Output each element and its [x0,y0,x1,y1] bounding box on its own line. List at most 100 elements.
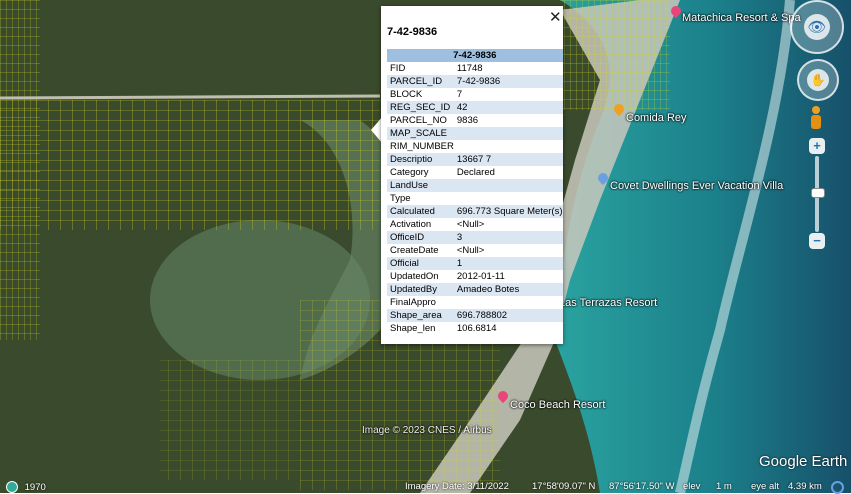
attribute-key: Activation [390,219,432,230]
attribute-value [453,179,563,192]
attribute-value [454,296,563,309]
imagery-attribution: Image © 2023 CNES / Airbus [362,425,492,436]
year-label: 1970 [24,481,46,493]
place-label[interactable]: Coco Beach Resort [510,399,605,411]
attribute-row: UpdatedOn 2012-01-11 [387,270,563,283]
attribute-value: 1 [453,257,563,270]
attribute-value: 3 [453,231,563,244]
place-label[interactable]: Matachica Resort & Spa [682,12,801,24]
attribute-row: Official 1 [387,257,563,270]
attribute-row: UpdatedBy Amadeo Botes [387,283,563,296]
attribute-key: Calculated [387,205,454,218]
attribute-key: UpdatedBy [387,283,454,296]
attribute-row: Descriptio 13667 7 [387,153,563,166]
zoom-thumb[interactable] [811,188,825,198]
attribute-value: <Null> [456,219,485,230]
attribute-value: 9836 [456,115,479,126]
attribute-value [454,192,563,205]
attribute-value [453,127,563,140]
streaming-indicator-icon [831,481,844,494]
attribute-key: RIM_NUMBER [390,141,454,152]
attribute-row: CreateDate <Null> [387,244,563,257]
attribute-value: 696.773 Square Meter(s) [453,205,563,218]
parcel-info-popup: ✕ 7-42-9836 7-42-9836 FID 11748 PARCEL_ID 7… [381,6,563,344]
attribute-key: UpdatedOn [390,271,439,282]
place-label[interactable]: Las Terrazas Resort [559,297,657,309]
attribute-row: FID 11748 [387,62,563,75]
move-control[interactable]: ✋ [797,59,839,101]
attribute-key: PARCEL_NO [390,115,447,126]
attribute-key: BLOCK [390,89,423,100]
attribute-value: Declared [456,167,495,178]
attribute-row: Shape_area 696.788802 [387,309,563,322]
attribute-value: Amadeo Botes [453,283,563,296]
attribute-row: FinalAppro [387,296,563,309]
attribute-key: LandUse [387,179,454,192]
attribute-value: 13667 7 [453,153,563,166]
attribute-value: 11748 [456,63,483,74]
popup-title: 7-42-9836 [387,26,438,38]
google-earth-logo: Google Earth [759,453,848,470]
attribute-key: MAP_SCALE [387,127,454,140]
attribute-value: 106.6814 [456,323,497,334]
parcel-grid-west [0,100,380,230]
attribute-value [454,140,563,153]
parcel-grid-north [560,0,670,110]
clock-icon[interactable] [6,481,18,493]
attribute-key: FID [390,63,406,74]
attribute-row: Activation <Null> [387,218,563,231]
attribute-value: 696.788802 [453,309,563,322]
attribute-key: CreateDate [390,245,439,256]
attribute-row: PARCEL_NO 9836 [387,114,563,127]
attribute-key: Shape_area [387,309,454,322]
imagery-date: Imagery Date: 3/11/2022 [405,481,509,492]
elevation-label: elev [683,481,701,492]
attribute-value: <Null> [456,245,485,256]
zoom-in-button[interactable]: + [809,138,825,154]
attribute-key: OfficeID [387,231,454,244]
attribute-row: Category Declared [387,166,563,179]
attribute-row: Shape_len 106.6814 [387,322,563,335]
attribute-value: 7-42-9836 [453,75,563,88]
attribute-row: LandUse [387,179,563,192]
attribute-key: FinalAppro [390,297,436,308]
historical-imagery-year[interactable]: 1970 [6,481,46,493]
attribute-value: 7 [456,89,463,100]
zoom-out-button[interactable]: − [809,233,825,249]
attribute-value: 42 [453,101,563,114]
attribute-row: Type [387,192,563,205]
latitude: 17°58'09.07" N [532,481,596,492]
eye-altitude-label: eye alt [751,481,779,492]
attribute-table: 7-42-9836 FID 11748 PARCEL_ID 7-42-9836 BLOC… [387,49,563,335]
attribute-key: Official [387,257,454,270]
attribute-key: PARCEL_ID [387,75,454,88]
attribute-key: Descriptio [387,153,454,166]
parcel-grid-southwest [160,360,300,480]
elevation-value: 1 m [716,481,732,492]
attribute-value: 2012-01-11 [456,271,505,282]
look-joystick-icon[interactable]: 👁 [804,14,830,40]
place-label[interactable]: Covet Dwellings Ever Vacation Villa [610,180,783,192]
attribute-row: RIM_NUMBER [387,140,563,153]
close-icon[interactable]: ✕ [549,8,562,26]
attribute-key: Type [390,193,411,204]
attribute-row: BLOCK 7 [387,88,563,101]
attribute-row: PARCEL_ID 7-42-9836 [387,75,563,88]
attribute-row: REG_SEC_ID 42 [387,101,563,114]
zoom-slider[interactable]: + − [809,138,825,250]
look-control[interactable]: 👁 [790,0,844,54]
attribute-row: MAP_SCALE [387,127,563,140]
attribute-row: Calculated 696.773 Square Meter(s) [387,205,563,218]
eye-altitude-value: 4.39 km [788,481,822,492]
attribute-key: REG_SEC_ID [387,101,454,114]
pegman-icon[interactable] [810,106,822,130]
place-label[interactable]: Comida Rey [626,112,687,124]
attribute-key: Category [390,167,429,178]
road [0,94,381,100]
move-joystick-icon[interactable]: ✋ [807,69,829,91]
attribute-table-header: 7-42-9836 [387,49,563,62]
parcel-grid-edge [0,0,40,340]
longitude: 87°56'17.50" W [609,481,675,492]
attribute-key: Shape_len [390,323,436,334]
attribute-row: OfficeID 3 [387,231,563,244]
